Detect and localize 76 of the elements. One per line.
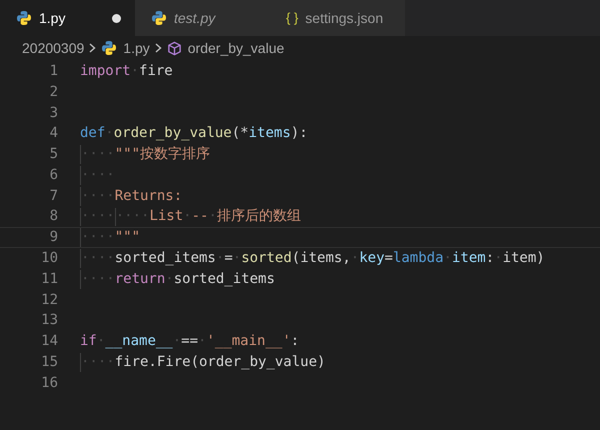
code-token: item) xyxy=(502,249,545,268)
breadcrumb-item[interactable]: 20200309 xyxy=(22,38,84,58)
line-number: 6 xyxy=(48,166,58,185)
line-number: 9 xyxy=(48,228,58,248)
code-token: order_by_value xyxy=(114,124,232,144)
editor-tab[interactable]: { } settings.json xyxy=(270,0,405,36)
code-token: lambda xyxy=(392,249,444,268)
code-token: = xyxy=(384,249,393,268)
code-token: sorted_items xyxy=(114,249,216,268)
whitespace-marker: · xyxy=(232,249,242,268)
whitespace-marker: · xyxy=(350,249,360,268)
line-number: 5 xyxy=(48,145,58,164)
code-token: 排序后的数组 xyxy=(216,207,301,226)
code-token: == xyxy=(181,332,198,352)
code-token: return xyxy=(114,270,166,289)
breadcrumb-item[interactable]: 1.py xyxy=(123,38,150,58)
code-token: key xyxy=(359,249,385,268)
code-token: sorted_items xyxy=(174,270,275,289)
editor-tab[interactable]: 1.py xyxy=(0,0,135,36)
line-number: 2 xyxy=(48,82,58,102)
chevron-icon xyxy=(89,43,96,53)
code-token: -- xyxy=(192,207,208,226)
braces-icon: { } xyxy=(286,8,298,28)
code-token: """ xyxy=(114,228,140,248)
python-icon xyxy=(151,10,167,26)
code-token: : xyxy=(290,332,300,352)
tab-label: 1.py xyxy=(39,8,66,28)
code-token: : xyxy=(486,249,494,268)
whitespace-marker: · xyxy=(216,249,224,268)
code-token: List xyxy=(149,207,184,226)
code-token: items xyxy=(248,124,291,144)
whitespace-marker: · xyxy=(198,332,206,352)
code-token: __name__ xyxy=(105,332,173,352)
line-number: 8 xyxy=(48,207,58,226)
whitespace-marker: · xyxy=(165,270,174,289)
line-number: 14 xyxy=(40,332,58,352)
code-token: Returns: xyxy=(114,186,182,206)
whitespace-marker: · xyxy=(183,207,192,226)
whitespace-marker: · xyxy=(172,332,182,352)
line-number: 13 xyxy=(40,311,58,330)
whitespace-marker: · xyxy=(444,249,452,268)
code-token: def xyxy=(80,124,106,144)
code-token: fire xyxy=(139,62,173,81)
python-icon xyxy=(16,10,32,26)
line-number: 11 xyxy=(40,270,58,289)
line-number: 16 xyxy=(40,374,58,393)
whitespace-marker: · xyxy=(208,207,217,226)
breadcrumb-item[interactable]: order_by_value xyxy=(188,38,284,58)
line-number: 15 xyxy=(40,353,58,372)
line-number: 1 xyxy=(48,62,58,81)
code-token: sorted xyxy=(241,249,292,268)
chevron-icon xyxy=(154,43,162,53)
line-number: 7 xyxy=(48,186,58,206)
python-icon xyxy=(101,40,118,56)
code-token: (items, xyxy=(292,249,351,268)
code-token: = xyxy=(224,249,233,268)
line-number: 4 xyxy=(48,124,58,144)
tab-label: settings.json xyxy=(305,8,384,28)
line-number: 12 xyxy=(40,290,58,310)
cube-icon xyxy=(166,40,182,56)
code-token: item xyxy=(452,249,486,268)
code-token: ): xyxy=(290,124,308,144)
code-token: """按数字排序 xyxy=(114,145,210,164)
whitespace-marker: · xyxy=(130,62,140,81)
line-number: 10 xyxy=(40,249,58,268)
code-token: (* xyxy=(232,124,249,144)
whitespace-marker: · xyxy=(105,124,114,144)
tab-label: test.py xyxy=(174,8,216,28)
editor-tab[interactable]: test.py xyxy=(135,0,270,36)
code-token: if xyxy=(80,332,97,352)
code-token: '__main__' xyxy=(206,332,291,352)
code-token: fire.Fire(order_by_value) xyxy=(114,353,326,372)
whitespace-marker: · xyxy=(96,332,106,352)
whitespace-marker: · xyxy=(494,249,503,268)
code-token: import xyxy=(80,62,131,81)
line-number: 3 xyxy=(48,104,58,122)
